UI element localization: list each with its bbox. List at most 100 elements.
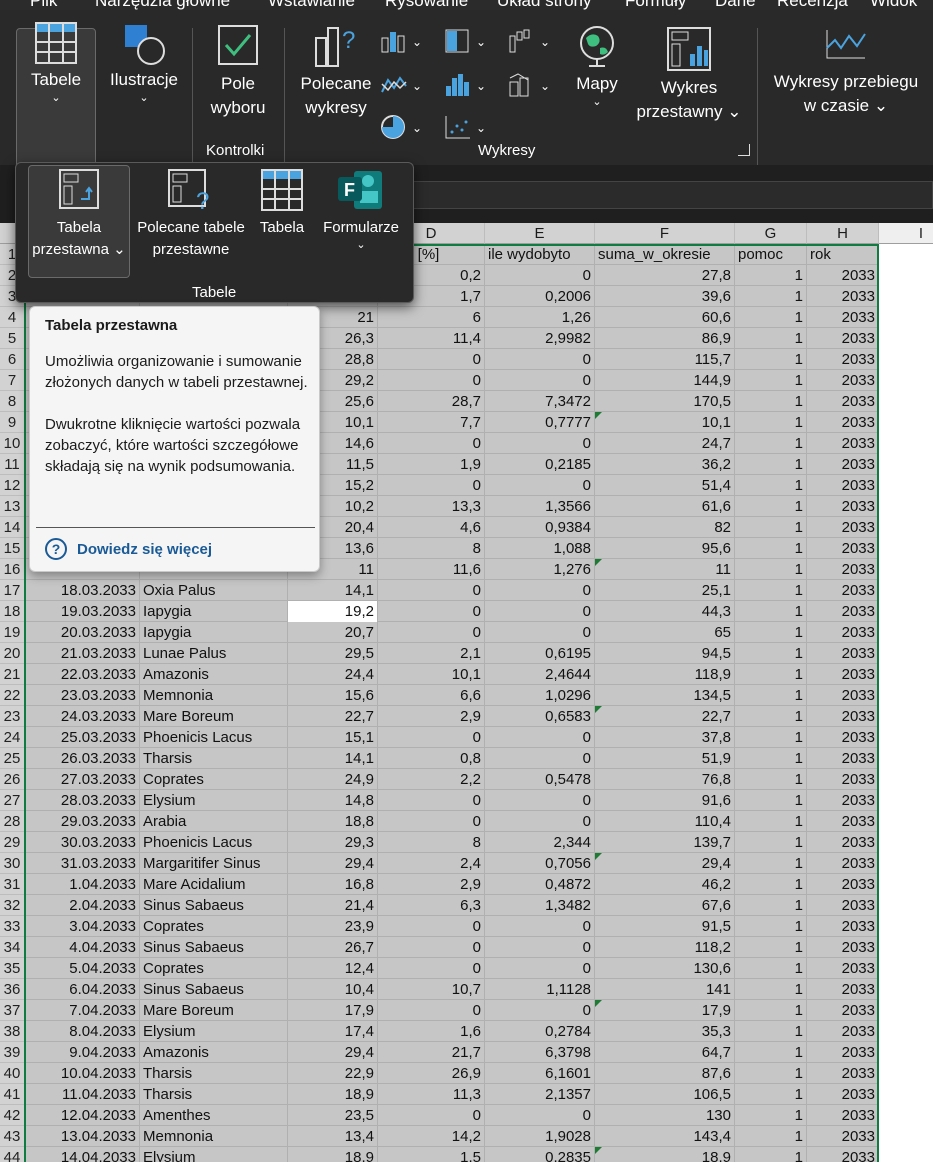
column-chart-button[interactable]: ⌄ xyxy=(380,28,424,59)
cell-value-g[interactable]: 1 xyxy=(735,895,807,916)
cell-value-e[interactable]: 6,3798 xyxy=(485,1042,595,1063)
cell-region[interactable]: Sinus Sabaeus xyxy=(140,895,288,916)
cell-value-g[interactable]: 1 xyxy=(735,874,807,895)
tab-formulas[interactable]: Formuły xyxy=(625,0,686,10)
cell-region[interactable]: Lunae Palus xyxy=(140,643,288,664)
waterfall-chart-button[interactable]: ⌄ xyxy=(508,28,552,59)
combo-chart-button[interactable]: ⌄ xyxy=(508,72,552,103)
cell-value-d[interactable]: 28,7 xyxy=(378,391,485,412)
cell-value-h[interactable]: 2033 xyxy=(807,1063,879,1084)
scatter-chart-button[interactable]: ⌄ xyxy=(444,114,488,145)
cell-value-d[interactable]: 6,6 xyxy=(378,685,485,706)
cell-value-f[interactable]: 118,2 xyxy=(595,937,735,958)
column-header-g[interactable]: G xyxy=(735,223,807,244)
cell-value-h[interactable]: 2033 xyxy=(807,727,879,748)
cell-value-g[interactable]: 1 xyxy=(735,832,807,853)
cell-value-c[interactable]: 15,1 xyxy=(288,727,378,748)
cell-value-d[interactable]: 0 xyxy=(378,1000,485,1021)
header-cell-g[interactable]: pomoc xyxy=(735,244,807,265)
cell-value-e[interactable]: 2,9982 xyxy=(485,328,595,349)
cell-date[interactable]: 3.04.2033 xyxy=(24,916,140,937)
cell-value-d[interactable]: 0 xyxy=(378,958,485,979)
row-header[interactable]: 13 xyxy=(0,496,24,517)
cell-value-g[interactable]: 1 xyxy=(735,517,807,538)
table-button[interactable]: Tabela xyxy=(256,169,308,239)
cell-value-h[interactable]: 2033 xyxy=(807,559,879,580)
forms-button[interactable]: F Formularze ⌄ xyxy=(316,169,406,251)
cell-value-h[interactable]: 2033 xyxy=(807,1147,879,1162)
cell-value-c[interactable]: 29,3 xyxy=(288,832,378,853)
cell-value-d[interactable]: 0 xyxy=(378,727,485,748)
cell-value-c[interactable]: 21,4 xyxy=(288,895,378,916)
cell-value-e[interactable]: 1,1128 xyxy=(485,979,595,1000)
cell-value-f[interactable]: 87,6 xyxy=(595,1063,735,1084)
row-header[interactable]: 8 xyxy=(0,391,24,412)
cell-value-c[interactable]: 29,4 xyxy=(288,853,378,874)
cell-value-e[interactable]: 6,1601 xyxy=(485,1063,595,1084)
cell-value-h[interactable]: 2033 xyxy=(807,601,879,622)
cell-value-h[interactable]: 2033 xyxy=(807,328,879,349)
cell-value-d[interactable]: 2,2 xyxy=(378,769,485,790)
cell-value-f[interactable]: 60,6 xyxy=(595,307,735,328)
cell-region[interactable]: Sinus Sabaeus xyxy=(140,979,288,1000)
cell-date[interactable]: 13.04.2033 xyxy=(24,1126,140,1147)
maps-button[interactable]: Mapy ⌄ xyxy=(562,24,632,108)
cell-value-c[interactable]: 18,9 xyxy=(288,1084,378,1105)
cell-value-d[interactable]: 11,4 xyxy=(378,328,485,349)
cell-value-e[interactable]: 0 xyxy=(485,349,595,370)
cell-value-h[interactable]: 2033 xyxy=(807,769,879,790)
cell-value-f[interactable]: 91,5 xyxy=(595,916,735,937)
cell-value-h[interactable]: 2033 xyxy=(807,307,879,328)
row-header[interactable]: 38 xyxy=(0,1021,24,1042)
tab-view[interactable]: Widok xyxy=(870,0,917,10)
cell-value-g[interactable]: 1 xyxy=(735,538,807,559)
cell-value-f[interactable]: 29,4 xyxy=(595,853,735,874)
cell-date[interactable]: 14.04.2033 xyxy=(24,1147,140,1162)
error-indicator-icon[interactable] xyxy=(595,706,602,713)
cell-value-g[interactable]: 1 xyxy=(735,706,807,727)
cell-value-f[interactable]: 36,2 xyxy=(595,454,735,475)
cell-date[interactable]: 12.04.2033 xyxy=(24,1105,140,1126)
cell-value-c[interactable]: 26,7 xyxy=(288,937,378,958)
cell-value-e[interactable]: 1,9028 xyxy=(485,1126,595,1147)
cell-value-h[interactable]: 2033 xyxy=(807,580,879,601)
cell-value-h[interactable]: 2033 xyxy=(807,748,879,769)
cell-value-g[interactable]: 1 xyxy=(735,727,807,748)
row-header[interactable]: 19 xyxy=(0,622,24,643)
cell-value-h[interactable]: 2033 xyxy=(807,286,879,307)
cell-value-f[interactable]: 17,9 xyxy=(595,1000,735,1021)
cell-value-f[interactable]: 143,4 xyxy=(595,1126,735,1147)
row-header[interactable]: 34 xyxy=(0,937,24,958)
checkbox-button[interactable]: Pole wyboru xyxy=(200,24,276,120)
cell-value-e[interactable]: 0 xyxy=(485,601,595,622)
cell-value-e[interactable]: 1,088 xyxy=(485,538,595,559)
cell-value-e[interactable]: 1,276 xyxy=(485,559,595,580)
column-header-f[interactable]: F xyxy=(595,223,735,244)
row-header[interactable]: 18 xyxy=(0,601,24,622)
row-header[interactable]: 12 xyxy=(0,475,24,496)
cell-value-h[interactable]: 2033 xyxy=(807,412,879,433)
cell-value-e[interactable]: 0 xyxy=(485,727,595,748)
cell-value-e[interactable]: 0 xyxy=(485,1105,595,1126)
row-header[interactable]: 40 xyxy=(0,1063,24,1084)
cell-value-d[interactable]: 0 xyxy=(378,1105,485,1126)
cell-value-c[interactable]: 18,9 xyxy=(288,1147,378,1162)
cell-region[interactable]: Margaritifer Sinus xyxy=(140,853,288,874)
cell-value-h[interactable]: 2033 xyxy=(807,454,879,475)
pivot-table-button[interactable]: Tabela przestawna ⌄ xyxy=(30,169,128,261)
cell-value-f[interactable]: 76,8 xyxy=(595,769,735,790)
recommended-charts-button[interactable]: ? Polecane wykresy xyxy=(296,24,376,120)
cell-value-h[interactable]: 2033 xyxy=(807,1126,879,1147)
row-header[interactable]: 29 xyxy=(0,832,24,853)
cell-region[interactable]: Coprates xyxy=(140,916,288,937)
cell-date[interactable]: 11.04.2033 xyxy=(24,1084,140,1105)
cell-region[interactable]: Elysium xyxy=(140,1021,288,1042)
row-header[interactable]: 24 xyxy=(0,727,24,748)
cell-value-g[interactable]: 1 xyxy=(735,307,807,328)
row-header[interactable]: 26 xyxy=(0,769,24,790)
cell-value-g[interactable]: 1 xyxy=(735,1105,807,1126)
cell-value-d[interactable]: 10,1 xyxy=(378,664,485,685)
cell-value-h[interactable]: 2033 xyxy=(807,979,879,1000)
cell-value-f[interactable]: 170,5 xyxy=(595,391,735,412)
cell-region[interactable]: Oxia Palus xyxy=(140,580,288,601)
